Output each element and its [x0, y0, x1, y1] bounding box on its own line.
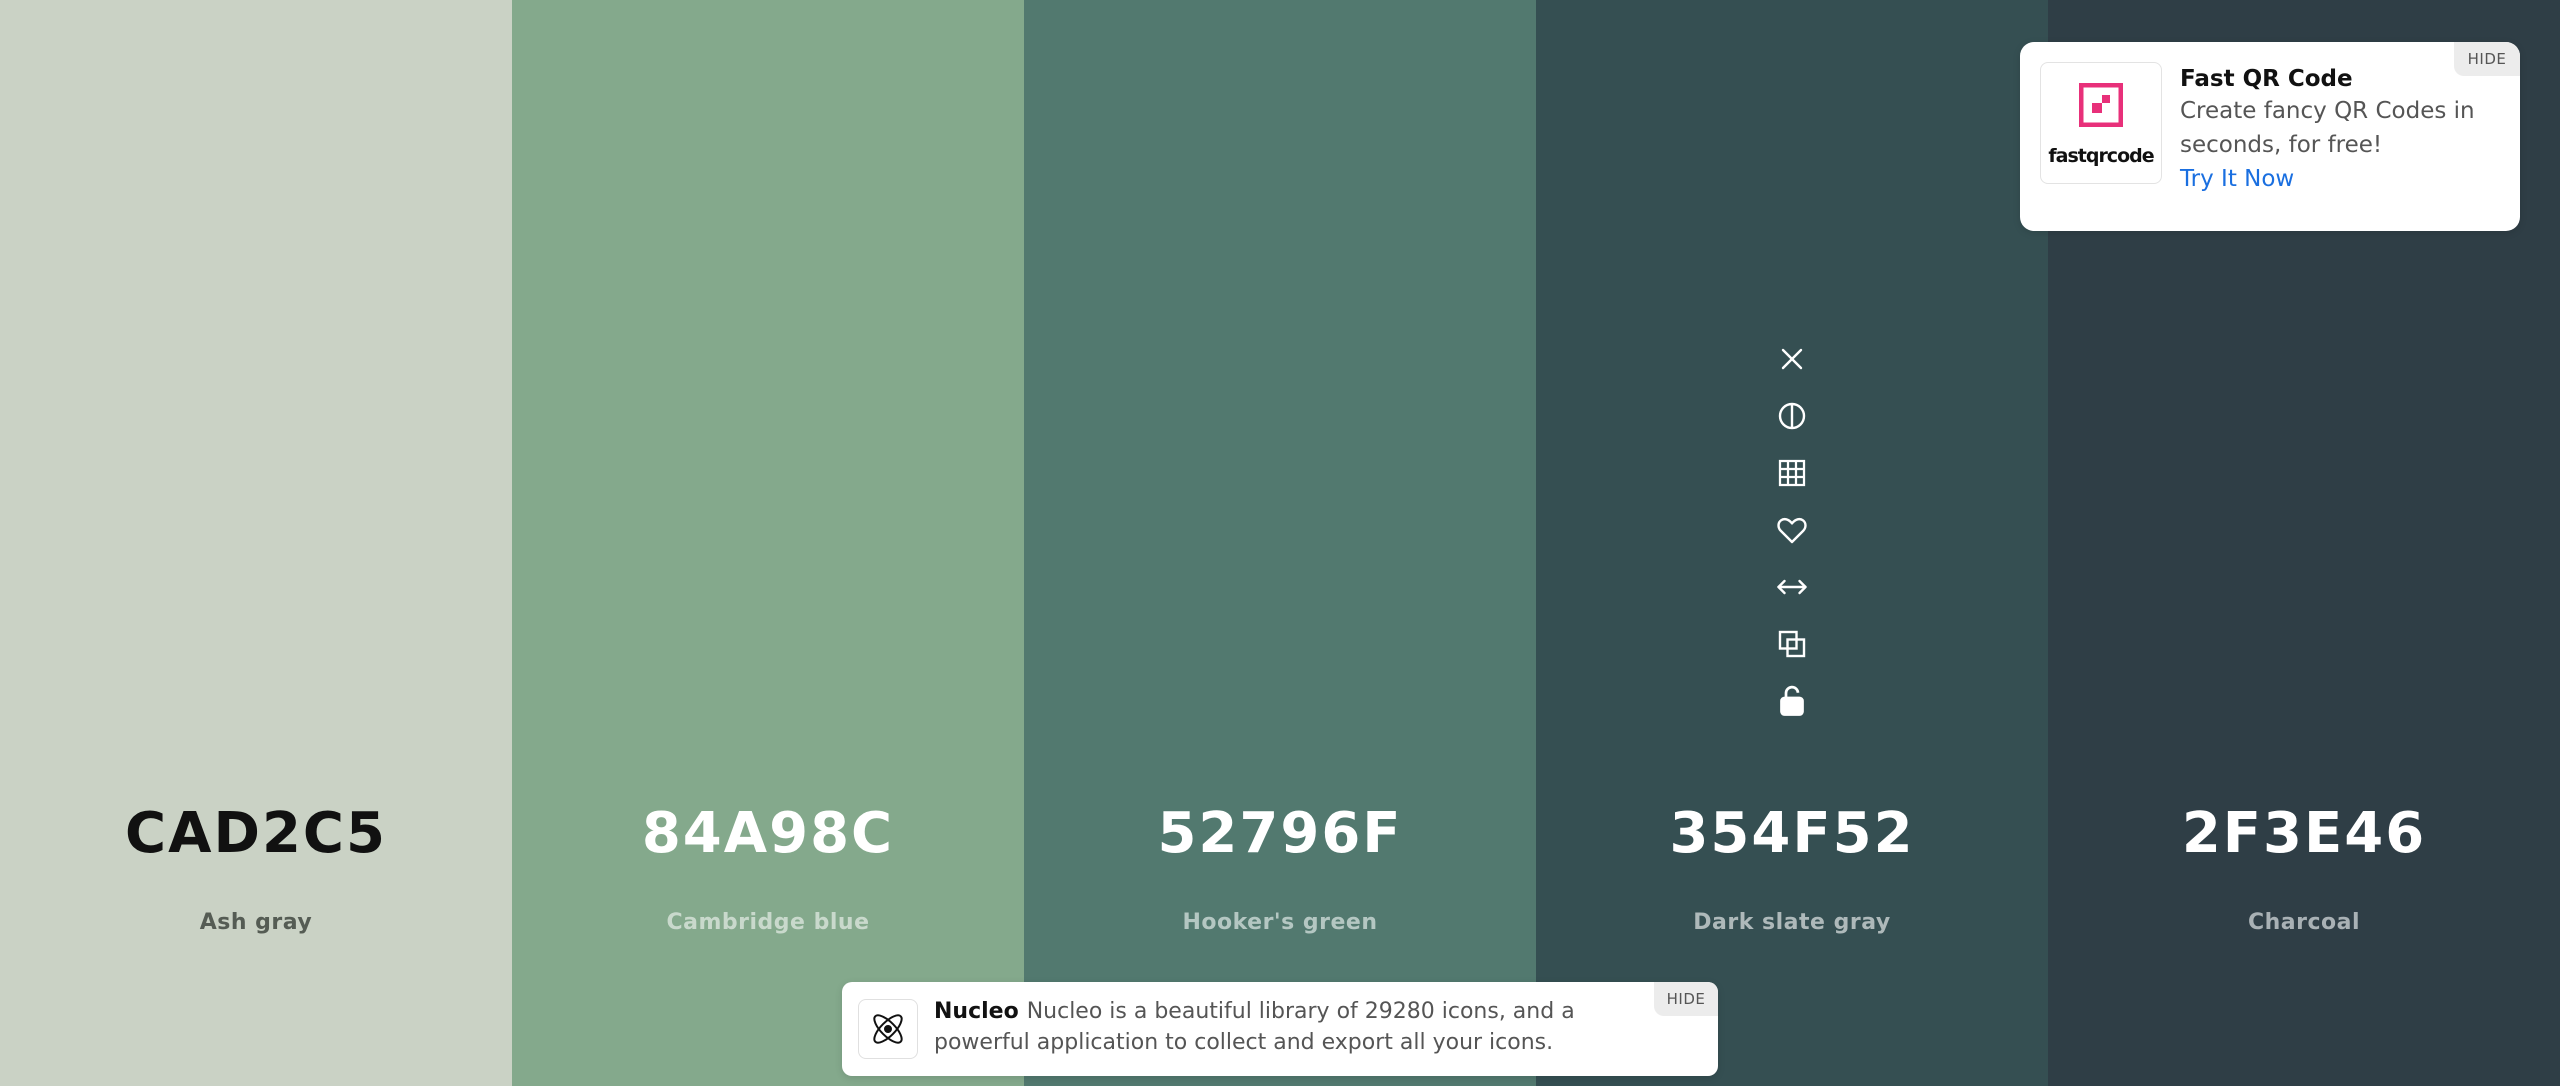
close-icon	[1781, 348, 1803, 369]
copy-hex-button[interactable]	[1770, 615, 1814, 672]
hex-code[interactable]: 354F52	[1536, 802, 2048, 866]
shades-grid-icon	[1778, 459, 1806, 486]
sponsored-ad-card[interactable]: HIDE fastqrcode Fast QR Code Create fanc…	[2020, 42, 2520, 231]
hex-code[interactable]: 2F3E46	[2048, 802, 2560, 866]
try-it-now-link[interactable]: Try It Now	[2180, 162, 2294, 196]
heart-icon	[1777, 517, 1807, 543]
logo-wordmark: fastqrcode	[2048, 145, 2154, 167]
save-color-button[interactable]	[1770, 501, 1814, 558]
view-shades-button[interactable]	[1770, 444, 1814, 501]
color-name[interactable]: Dark slate gray	[1536, 909, 2048, 937]
qr-logo-icon	[2079, 83, 2123, 127]
atom-icon	[873, 1014, 903, 1044]
contrast-icon	[1778, 402, 1806, 429]
swatch-hookers-green[interactable]: 52796F Hooker's green	[1024, 0, 1536, 1086]
swatch-dark-slate-gray[interactable]: 354F52 Dark slate gray	[1536, 0, 2048, 1086]
bottom-ad-banner[interactable]: HIDE Nucleo Nucleo is a beautiful library…	[842, 982, 1718, 1076]
fastqrcode-logo[interactable]: fastqrcode	[2040, 62, 2162, 184]
hex-code[interactable]: CAD2C5	[0, 802, 512, 866]
hex-code[interactable]: 52796F	[1024, 802, 1536, 866]
banner-description: Nucleo is a beautiful library of 29280 i…	[934, 999, 1575, 1055]
swatch-cambridge-blue[interactable]: 84A98C Cambridge blue	[512, 0, 1024, 1086]
hide-banner-button[interactable]: HIDE	[1654, 982, 1718, 1016]
color-name[interactable]: Ash gray	[0, 909, 512, 937]
color-toolbar	[1770, 330, 1814, 729]
color-name[interactable]: Charcoal	[2048, 909, 2560, 937]
banner-text[interactable]: Nucleo Nucleo is a beautiful library of 2…	[934, 996, 1654, 1058]
color-name[interactable]: Cambridge blue	[512, 909, 1024, 937]
swatch-ash-gray[interactable]: CAD2C5 Ash gray	[0, 0, 512, 1086]
lock-color-button[interactable]	[1770, 672, 1814, 729]
copy-icon	[1778, 630, 1806, 657]
drag-button[interactable]	[1770, 558, 1814, 615]
remove-color-button[interactable]	[1770, 330, 1814, 387]
ad-title[interactable]: Fast QR Code	[2180, 62, 2353, 96]
hide-ad-button[interactable]: HIDE	[2454, 42, 2520, 76]
banner-brand: Nucleo	[934, 999, 1019, 1024]
drag-arrows-icon	[1777, 579, 1807, 594]
unlock-icon	[1780, 685, 1804, 716]
color-name[interactable]: Hooker's green	[1024, 909, 1536, 937]
hex-code[interactable]: 84A98C	[512, 802, 1024, 866]
contrast-button[interactable]	[1770, 387, 1814, 444]
ad-description: Create fancy QR Codes in seconds, for fr…	[2180, 98, 2475, 158]
page: CAD2C5 Ash gray 84A98C Cambridge blue 52…	[0, 0, 2560, 1086]
nucleo-logo[interactable]	[858, 999, 918, 1059]
